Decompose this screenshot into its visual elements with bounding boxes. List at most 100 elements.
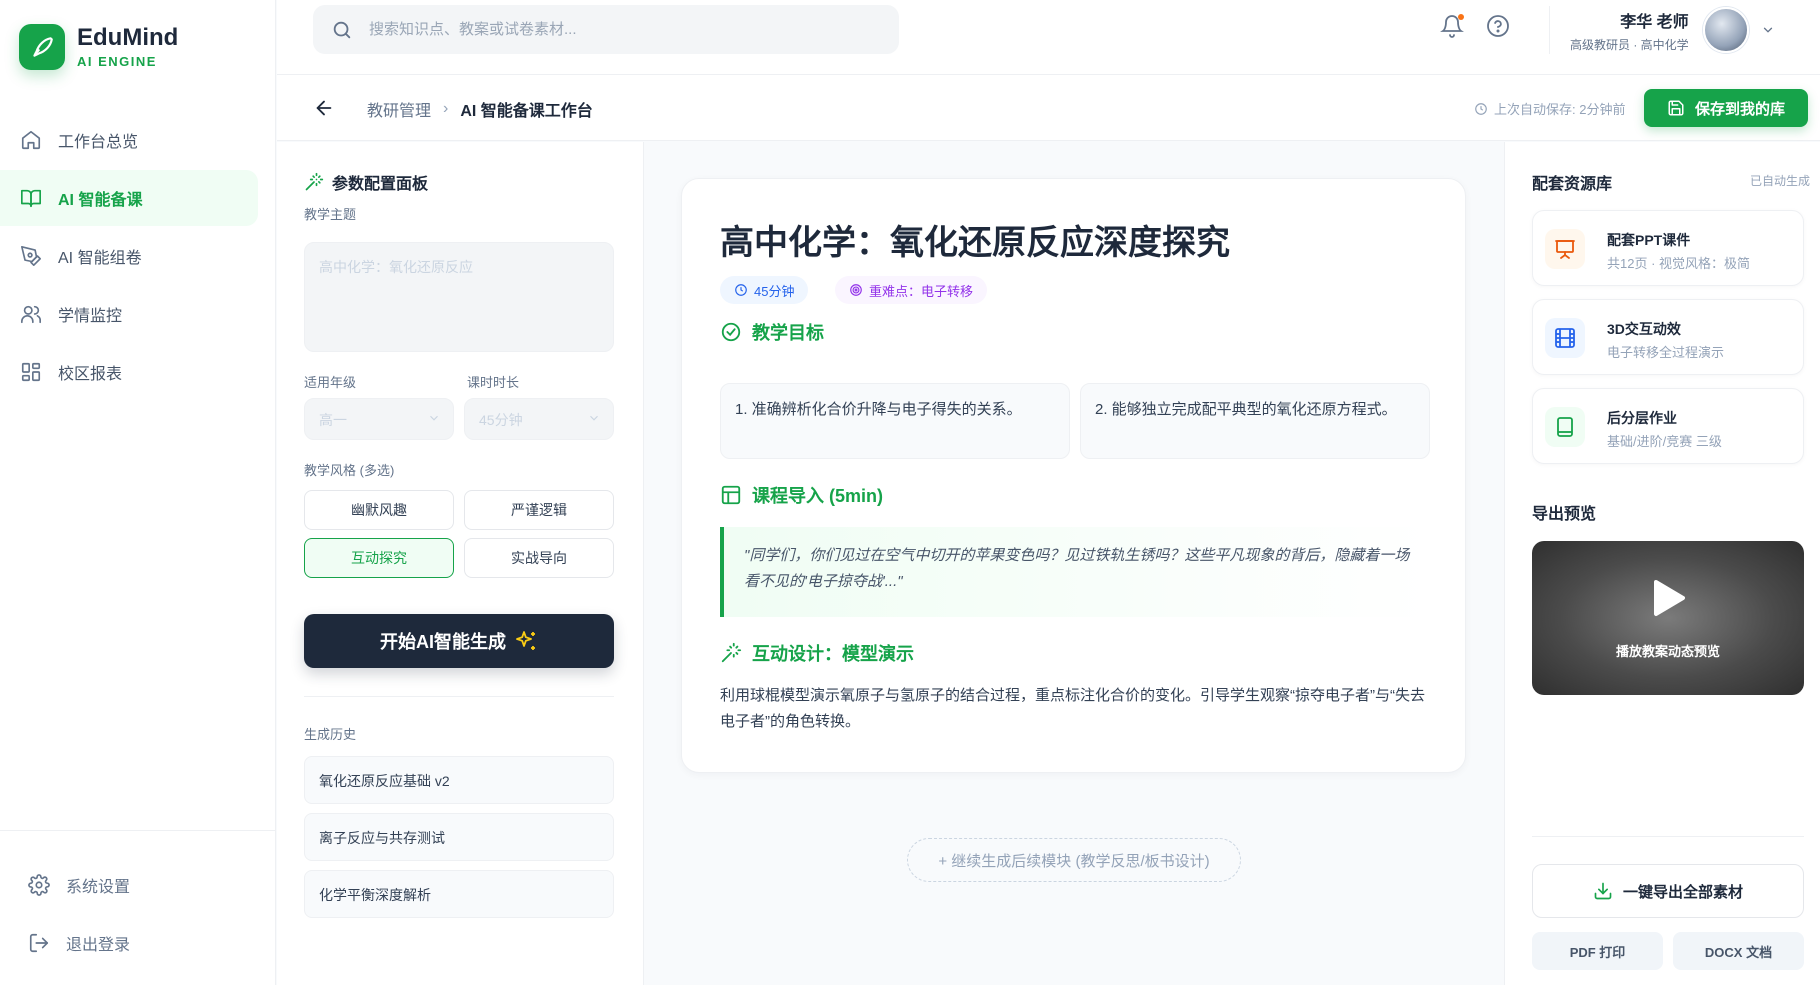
save-icon	[1668, 100, 1684, 116]
history-item[interactable]: 氧化还原反应基础 v2	[304, 756, 614, 804]
book-icon	[1545, 407, 1585, 447]
avatar[interactable]	[1702, 7, 1749, 53]
presentation-icon	[1545, 229, 1585, 269]
logout-icon	[29, 933, 49, 953]
key-point-tag: 重难点：电子转移	[835, 276, 988, 304]
design-heading: 互动设计：模型演示	[720, 640, 914, 666]
style-chip-logical[interactable]: 严谨逻辑	[464, 490, 614, 530]
nav-item-label: 校区报表	[58, 366, 123, 383]
layout-icon	[721, 485, 741, 505]
nav-item-dashboard[interactable]: 工作台总览	[0, 112, 258, 168]
docx-export-button[interactable]: DOCX 文档	[1673, 932, 1804, 970]
topic-textarea[interactable]: 高中化学：氧化还原反应	[304, 242, 614, 352]
grade-label: 适用年级	[304, 375, 357, 390]
nav-item-label: 系统设置	[66, 879, 131, 896]
divider	[1532, 836, 1804, 837]
style-label: 教学风格 (多选)	[304, 463, 395, 478]
magic-wand-icon	[721, 642, 742, 663]
user-role: 高级教研员 · 高中化学	[1570, 37, 1689, 52]
style-chip-practical[interactable]: 实战导向	[464, 538, 614, 578]
search-box[interactable]	[313, 5, 899, 54]
download-icon	[1594, 882, 1612, 900]
chevron-down-icon	[430, 415, 438, 421]
user-menu[interactable]: 李华 老师 高级教研员 · 高中化学	[1549, 6, 1775, 54]
objective-item: 2. 能够独立完成配平典型的氧化还原方程式。	[1080, 383, 1430, 459]
magic-wand-icon	[305, 172, 324, 191]
notifications-button[interactable]	[1440, 14, 1464, 43]
nav-item-ai-lesson[interactable]: AI 智能备课	[0, 170, 258, 226]
preview-title: 导出预览	[1532, 506, 1597, 523]
breadcrumb: 教研管理 › AI 智能备课工作台	[367, 97, 593, 121]
nav-item-label: 退出登录	[66, 937, 131, 954]
check-circle-icon	[721, 322, 741, 342]
main-nav: 工作台总览 AI 智能备课 AI 智能组卷 学情监控 校区报表	[0, 112, 276, 402]
chevron-right-icon: ›	[443, 100, 449, 117]
nav-item-reports[interactable]: 校区报表	[0, 344, 258, 400]
user-name: 李华 老师	[1620, 13, 1689, 31]
lesson-title: 高中化学：氧化还原反应深度探究	[720, 224, 1230, 262]
pen-tool-icon	[21, 246, 41, 266]
pdf-print-button[interactable]: PDF 打印	[1532, 932, 1663, 970]
sparkles-icon	[516, 631, 535, 650]
back-arrow-icon[interactable]	[313, 97, 335, 119]
duration-select[interactable]: 45分钟	[464, 398, 614, 440]
resource-card-ppt[interactable]: 配套PPT课件 共12页 · 视觉风格：极简	[1532, 210, 1804, 286]
resource-title: 配套PPT课件	[1607, 232, 1691, 248]
chevron-down-icon[interactable]	[1761, 23, 1775, 37]
autosave-text: 上次自动保存: 2分钟前	[1494, 102, 1626, 117]
resource-card-3d[interactable]: 3D交互动效 电子转移全过程演示	[1532, 299, 1804, 375]
style-chip-interactive[interactable]: 互动探究	[304, 538, 454, 578]
nav-item-label: AI 智能备课	[58, 192, 143, 209]
generate-button[interactable]: 开始AI智能生成	[304, 614, 614, 668]
target-icon	[850, 284, 862, 296]
search-input[interactable]	[369, 21, 899, 38]
resources-title: 配套资源库	[1532, 176, 1613, 193]
brand-logo-icon	[19, 24, 65, 70]
nav-item-monitor[interactable]: 学情监控	[0, 286, 258, 342]
brand[interactable]: EduMind AI ENGINE	[19, 24, 178, 70]
resource-title: 后分层作业	[1607, 410, 1677, 426]
preview-video[interactable]: 播放教案动态预览	[1532, 541, 1804, 695]
nav-item-settings[interactable]: 系统设置	[0, 857, 258, 913]
sidebar-footer: 系统设置 退出登录	[0, 830, 276, 973]
objectives-heading: 教学目标	[720, 319, 824, 345]
style-chip-humorous[interactable]: 幽默风趣	[304, 490, 454, 530]
divider	[304, 696, 614, 697]
duration-value: 45分钟	[479, 412, 523, 428]
sidebar: EduMind AI ENGINE 工作台总览 AI 智能备课 AI 智能组卷 …	[0, 0, 276, 985]
brand-name: EduMind	[77, 24, 179, 51]
intro-heading: 课程导入 (5min)	[720, 482, 883, 508]
notification-dot	[1458, 14, 1464, 20]
nav-item-label: 工作台总览	[58, 134, 139, 151]
clock-icon	[1475, 102, 1487, 115]
panel-title: 参数配置面板	[304, 170, 428, 194]
breadcrumb-parent[interactable]: 教研管理	[367, 97, 431, 121]
help-button[interactable]	[1486, 14, 1510, 43]
users-icon	[21, 305, 41, 324]
top-bar: 李华 老师 高级教研员 · 高中化学	[277, 0, 1820, 75]
resource-card-homework[interactable]: 后分层作业 基础/进阶/竞赛 三级	[1532, 388, 1804, 464]
breadcrumb-current: AI 智能备课工作台	[460, 103, 593, 120]
grade-select[interactable]: 高一	[304, 398, 454, 440]
history-item[interactable]: 化学平衡深度解析	[304, 870, 614, 918]
play-icon[interactable]	[1652, 579, 1686, 617]
grid-icon	[21, 362, 41, 382]
home-icon	[21, 130, 41, 150]
nav-item-label: AI 智能组卷	[58, 250, 142, 267]
continue-generate-button[interactable]: + 继续生成后续模块 (教学反思/板书设计)	[907, 838, 1241, 882]
duration-tag: 45分钟	[720, 276, 809, 304]
lesson-card: 高中化学：氧化还原反应深度探究 45分钟 重难点：电子转移 教学目标 1. 准确…	[681, 178, 1466, 773]
clock-icon	[735, 284, 747, 296]
autosave-status: 上次自动保存: 2分钟前	[1474, 99, 1625, 118]
objective-item: 1. 准确辨析化合价升降与电子得失的关系。	[720, 383, 1070, 459]
page-header: 教研管理 › AI 智能备课工作台 上次自动保存: 2分钟前 保存到我的库	[277, 75, 1820, 141]
export-all-button[interactable]: 一键导出全部素材	[1532, 864, 1804, 918]
nav-item-label: 学情监控	[58, 308, 123, 325]
resource-subtitle: 基础/进阶/竞赛 三级	[1607, 434, 1722, 449]
brand-subtitle: AI ENGINE	[77, 54, 157, 69]
open-book-icon	[21, 189, 41, 208]
history-item[interactable]: 离子反应与共存测试	[304, 813, 614, 861]
nav-item-ai-exam[interactable]: AI 智能组卷	[0, 228, 258, 284]
nav-item-logout[interactable]: 退出登录	[0, 915, 258, 971]
save-to-library-button[interactable]: 保存到我的库	[1644, 89, 1808, 127]
